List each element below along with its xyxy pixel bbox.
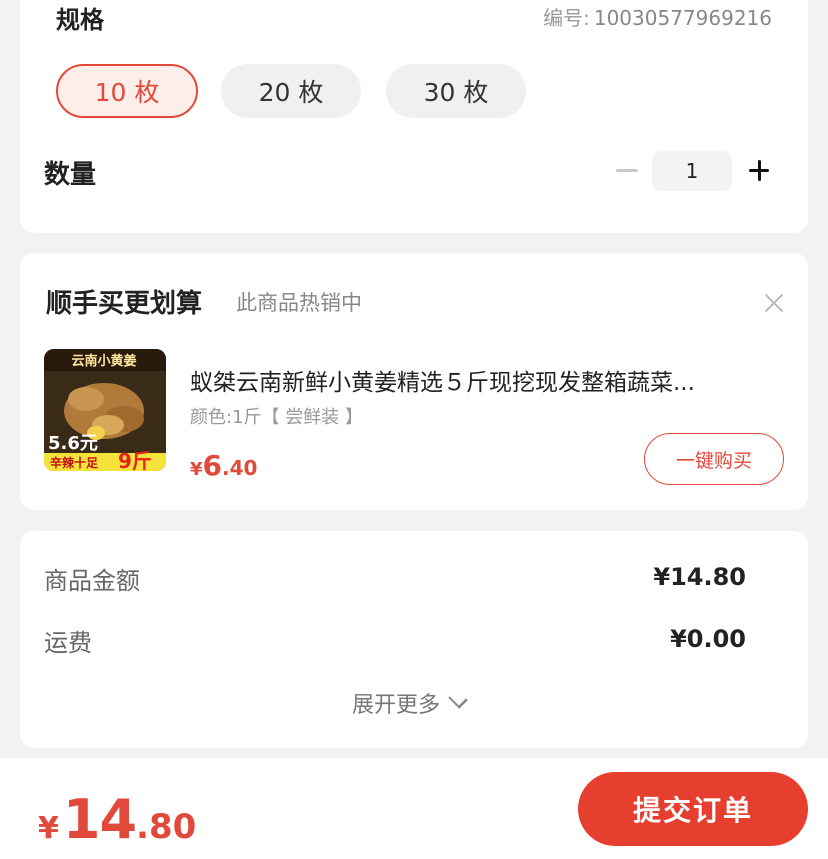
expand-more-label: 展开更多 (352, 693, 441, 718)
goods-amount-value: ¥14.80 (653, 563, 746, 591)
image-badge-price: 5.6元 (48, 433, 98, 454)
quantity-increase-button[interactable] (744, 150, 774, 190)
product-code-label: 编号: (543, 6, 590, 30)
price-int: 6 (202, 449, 223, 482)
shipping-value: ¥0.00 (670, 625, 746, 653)
recommend-card: 顺手买更划算 此商品热销中 云南小黄姜 5.6元 辛辣十足 9斤 蚁桀云南新鲜小… (20, 253, 808, 510)
total-currency: ¥ (38, 811, 59, 846)
spec-option-20[interactable]: 20 枚 (221, 64, 361, 118)
product-price: ¥6.40 (190, 449, 257, 482)
close-icon[interactable] (764, 293, 784, 313)
recommend-subtitle: 此商品热销中 (236, 291, 362, 315)
bottom-bar: ¥14.80 提交订单 (0, 758, 828, 859)
image-badge-top: 云南小黄姜 (71, 353, 136, 369)
quantity-input[interactable]: 1 (652, 151, 732, 191)
product-attribute: 颜色:1斤【 尝鲜装 】 (190, 407, 363, 428)
quantity-decrease-button[interactable] (614, 150, 640, 190)
amount-card: 商品金额 ¥14.80 运费 ¥0.00 展开更多 (20, 531, 808, 748)
product-code-value: 10030577969216 (593, 6, 772, 30)
minus-icon (616, 168, 638, 172)
image-badge-weight: 9斤 (118, 449, 152, 471)
total-price: ¥14.80 (38, 788, 196, 851)
price-currency: ¥ (190, 459, 203, 480)
one-click-buy-button[interactable]: 一键购买 (644, 433, 784, 485)
product-image[interactable]: 云南小黄姜 5.6元 辛辣十足 9斤 (44, 349, 166, 471)
expand-more-button[interactable]: 展开更多 (352, 687, 468, 719)
quantity-label: 数量 (44, 160, 97, 190)
spec-title: 规格 (56, 6, 104, 34)
submit-order-button[interactable]: 提交订单 (578, 772, 808, 846)
spec-option-10[interactable]: 10 枚 (56, 64, 198, 118)
chevron-down-icon (448, 689, 468, 709)
spec-card: 规格 编号: 10030577969216 10 枚 20 枚 30 枚 数量 1 (20, 0, 808, 233)
goods-amount-label: 商品金额 (44, 567, 140, 595)
shipping-label: 运费 (44, 629, 92, 657)
price-dec: .40 (222, 456, 258, 480)
image-badge-bottom: 辛辣十足 (50, 455, 98, 470)
product-code: 编号: 10030577969216 (543, 2, 772, 31)
spec-option-30[interactable]: 30 枚 (386, 64, 526, 118)
recommend-title: 顺手买更划算 (46, 289, 203, 319)
product-name[interactable]: 蚁桀云南新鲜小黄姜精选５斤现挖现发整箱蔬菜... (190, 363, 780, 397)
total-int: 14 (62, 788, 137, 851)
total-dec: .80 (136, 807, 197, 847)
